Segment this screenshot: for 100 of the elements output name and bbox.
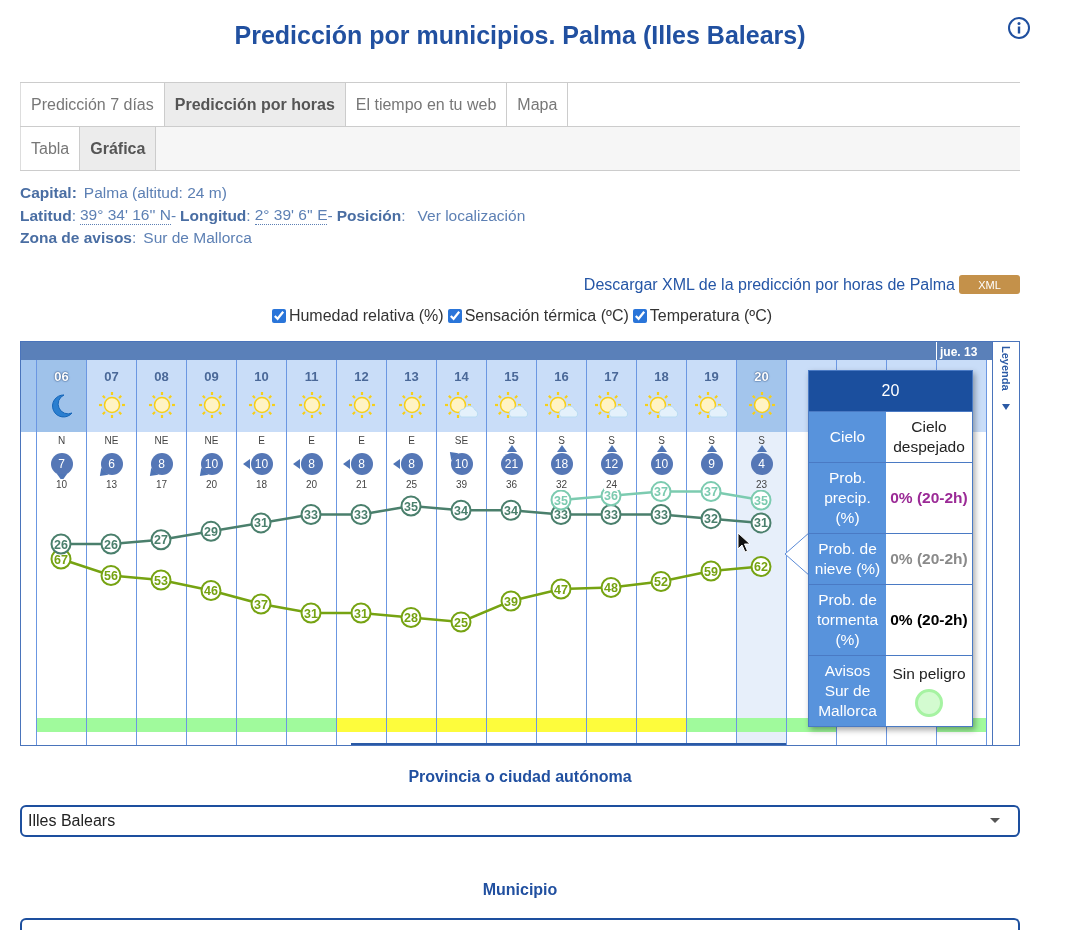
info-label: Latitud bbox=[20, 205, 72, 226]
checkbox[interactable] bbox=[632, 308, 647, 323]
hour-label: 19 bbox=[704, 368, 719, 385]
temperature-point: 33 bbox=[350, 503, 372, 525]
wind-speed: 10 bbox=[200, 452, 223, 475]
info-icon[interactable] bbox=[1007, 16, 1031, 40]
wind-speed: 10 bbox=[650, 452, 673, 475]
coordinate-value: 2° 39' 6'' E bbox=[254, 204, 328, 225]
tab[interactable]: Tabla bbox=[20, 127, 81, 170]
temperature-point: 34 bbox=[500, 499, 522, 521]
temperature-point: 33 bbox=[300, 503, 322, 525]
temperature-point: 32 bbox=[700, 507, 722, 529]
wind-direction: E bbox=[408, 434, 415, 447]
tooltip-label: Cielo bbox=[809, 411, 886, 462]
humidity-point: 62 bbox=[750, 555, 772, 577]
wind-speed: 12 bbox=[600, 452, 623, 475]
tooltip-label: Prob. precip. (%) bbox=[809, 462, 886, 533]
hour-label: 14 bbox=[454, 368, 469, 385]
wind-gust: 23 bbox=[753, 478, 770, 490]
wind-direction: NE bbox=[154, 434, 169, 447]
wind-gust: 18 bbox=[253, 478, 270, 490]
temperature-point: 34 bbox=[450, 499, 472, 521]
humidity-point: 48 bbox=[600, 576, 622, 598]
wind-speed: 7 bbox=[50, 452, 73, 475]
wind-speed: 10 bbox=[450, 452, 473, 475]
tooltip-label: Prob. de nieve (%) bbox=[809, 533, 886, 584]
wind-direction: SE bbox=[454, 434, 469, 447]
tab[interactable]: Gráfica bbox=[80, 127, 157, 170]
wind-speed: 4 bbox=[750, 452, 773, 475]
scrollbar-thumb[interactable] bbox=[351, 742, 786, 745]
hour-label: 08 bbox=[154, 368, 169, 385]
location-link[interactable]: Ver localización bbox=[417, 204, 526, 228]
humidity-point: 31 bbox=[350, 602, 372, 624]
province-select[interactable]: Illes Balears bbox=[20, 804, 1020, 837]
wind-speed: 18 bbox=[550, 452, 573, 475]
feels-like-point: 37 bbox=[650, 480, 672, 502]
legend-tab[interactable]: Leyenda bbox=[992, 341, 1019, 745]
hour-label: 20 bbox=[754, 368, 769, 385]
humidity-point: 31 bbox=[300, 602, 322, 624]
temperature-point: 31 bbox=[750, 512, 772, 534]
humidity-point: 46 bbox=[200, 579, 222, 601]
hour-label: 09 bbox=[204, 368, 219, 385]
wind-direction: E bbox=[308, 434, 315, 447]
cursor-icon bbox=[737, 531, 751, 554]
feels-like-point: 37 bbox=[700, 480, 722, 502]
checkbox-label[interactable]: Sensación térmica (ºC) bbox=[464, 306, 629, 325]
humidity-point: 59 bbox=[700, 560, 722, 582]
wind-gust: 13 bbox=[103, 478, 120, 490]
wind-direction: E bbox=[358, 434, 365, 447]
wind-speed: 8 bbox=[350, 452, 373, 475]
field-label: Provincia o ciudad autónoma bbox=[407, 767, 633, 787]
hour-label: 16 bbox=[554, 368, 569, 385]
humidity-point: 52 bbox=[650, 570, 672, 592]
info-separator: : bbox=[246, 205, 251, 226]
temperature-point: 31 bbox=[250, 512, 272, 534]
info-label: Capital: bbox=[20, 183, 77, 203]
wind-gust: 32 bbox=[553, 478, 570, 490]
temperature-point: 26 bbox=[100, 533, 122, 555]
wind-direction: S bbox=[558, 434, 565, 447]
hour-label: 17 bbox=[604, 368, 619, 385]
info-value: Sur de Mallorca bbox=[143, 228, 252, 249]
wind-speed: 8 bbox=[400, 452, 423, 475]
feels-like-point: 35 bbox=[750, 489, 772, 511]
caret-icon bbox=[1002, 404, 1010, 411]
caret-icon bbox=[990, 817, 1000, 824]
wind-speed: 8 bbox=[150, 452, 173, 475]
tooltip-label: Prob. de tormenta (%) bbox=[809, 584, 886, 655]
wind-direction: S bbox=[708, 434, 715, 447]
humidity-point: 47 bbox=[550, 578, 572, 600]
temperature-point: 29 bbox=[200, 520, 222, 542]
wind-gust: 20 bbox=[203, 478, 220, 490]
download-link[interactable]: Descargar XML de la predicción por horas de Palma bbox=[583, 275, 955, 294]
wind-speed: 9 bbox=[700, 452, 723, 475]
checkbox-label[interactable]: Temperatura (ºC) bbox=[649, 306, 773, 325]
wind-gust: 21 bbox=[353, 478, 370, 490]
humidity-point: 25 bbox=[450, 611, 472, 633]
tab[interactable]: Predicción 7 días bbox=[20, 83, 165, 126]
checkbox[interactable] bbox=[447, 308, 462, 323]
humidity-point: 28 bbox=[400, 606, 422, 628]
wind-direction: S bbox=[758, 434, 765, 447]
temperature-point: 26 bbox=[50, 533, 72, 555]
checkbox-label[interactable]: Humedad relativa (%) bbox=[288, 306, 444, 325]
humidity-point: 53 bbox=[150, 569, 172, 591]
wind-direction: S bbox=[508, 434, 515, 447]
wind-direction: NE bbox=[104, 434, 119, 447]
wind-speed: 8 bbox=[300, 452, 323, 475]
tooltip-title: 20 bbox=[809, 370, 972, 411]
tab[interactable]: Predicción por horas bbox=[164, 83, 346, 126]
tooltip-value: 0% (20-2h) bbox=[890, 487, 968, 508]
wind-speed: 21 bbox=[500, 452, 523, 475]
municipality-select[interactable] bbox=[20, 917, 1020, 930]
hour-label: 11 bbox=[304, 368, 319, 385]
hour-label: 06 bbox=[54, 368, 69, 385]
humidity-point: 56 bbox=[100, 564, 122, 586]
wind-speed: 6 bbox=[100, 452, 123, 475]
coordinate-value: 39° 34' 16'' N bbox=[79, 204, 171, 225]
info-separator: - bbox=[170, 205, 177, 226]
tooltip-label: Avisos Sur de Mallorca bbox=[809, 655, 886, 726]
info-separator: : bbox=[71, 205, 76, 226]
checkbox[interactable] bbox=[271, 308, 286, 323]
